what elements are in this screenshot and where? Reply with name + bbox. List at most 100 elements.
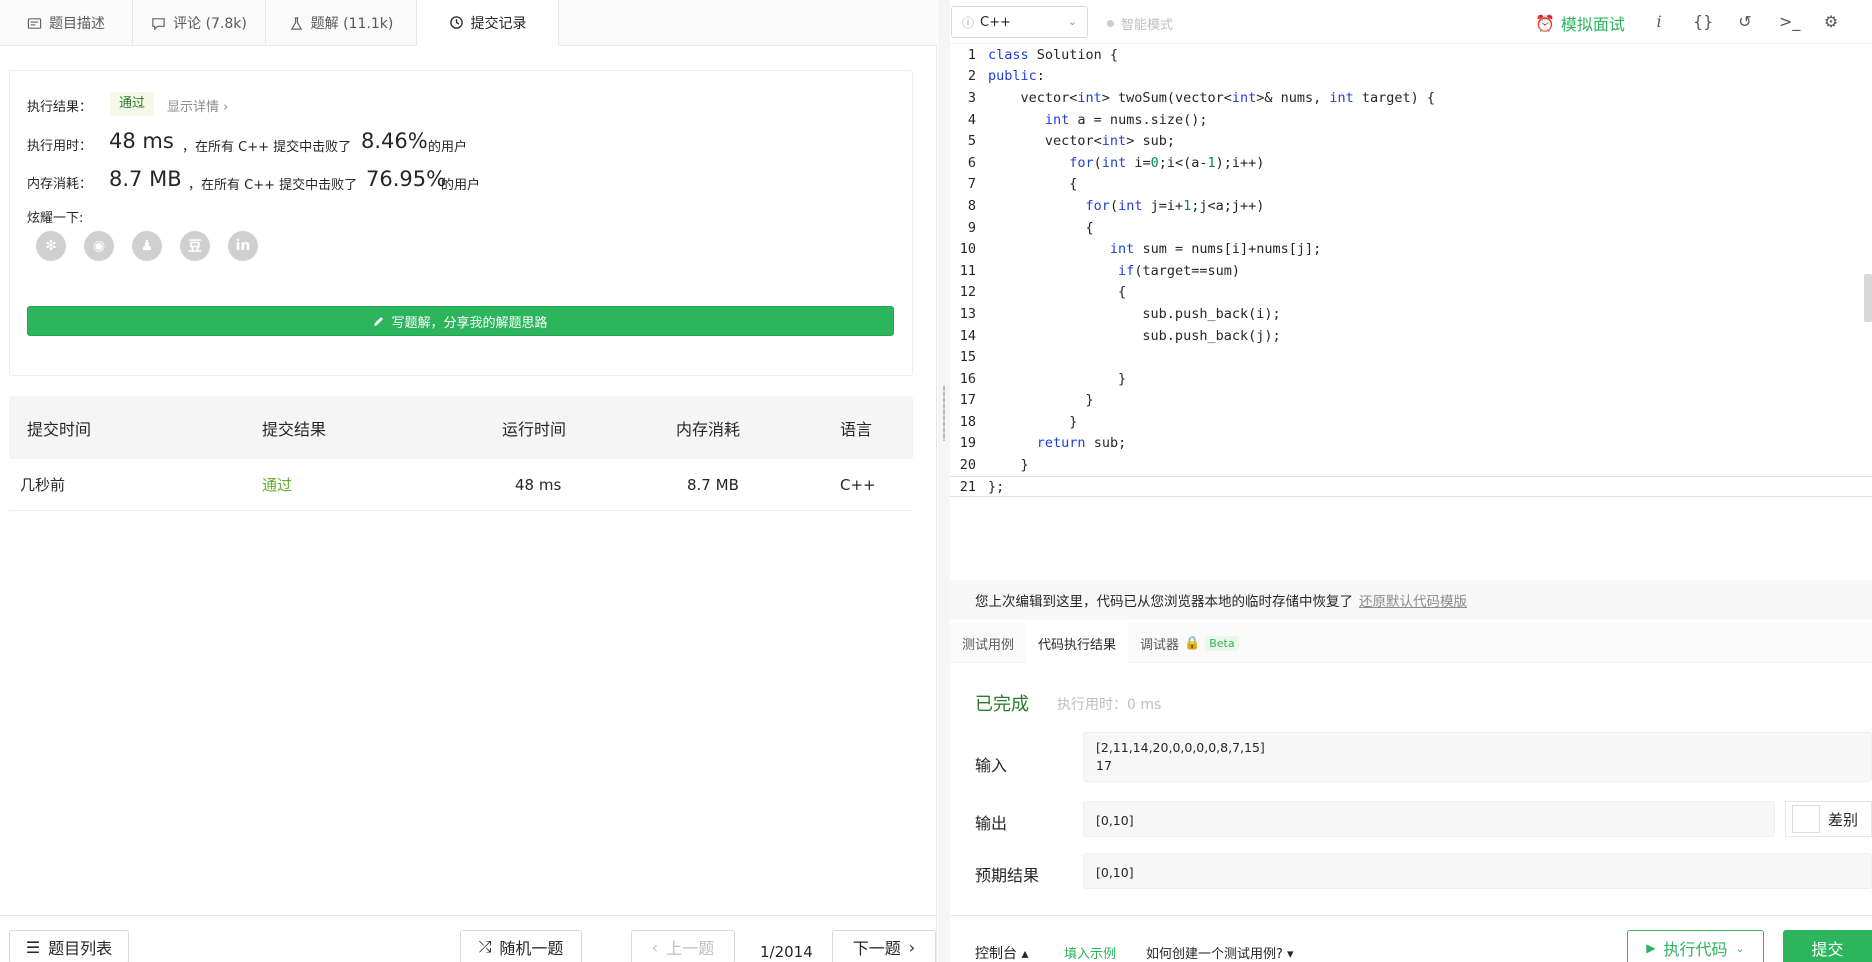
code-line[interactable]: 17 } [950, 390, 1872, 412]
code-line[interactable]: 21}; [950, 475, 1872, 498]
braces-icon[interactable]: {} [1693, 12, 1713, 31]
clock-icon [449, 16, 463, 29]
tab-testcase[interactable]: 测试用例 [950, 623, 1026, 663]
runtime-text: ，在所有 C++ 提交中击败了 [182, 140, 352, 155]
header-time: 提交时间 [27, 419, 92, 439]
tab-label: 评论 (7.8k) [173, 16, 247, 32]
code-line[interactable]: 1 class Solution { [950, 44, 1872, 66]
next-problem-button[interactable]: 下一题 › [832, 930, 936, 962]
code-text: }; [988, 478, 1005, 495]
code-text: } [988, 392, 1094, 409]
code-line[interactable]: 13 sub.push_back(i); [950, 303, 1872, 325]
tab-comments[interactable]: 评论 (7.8k) [133, 0, 266, 46]
code-line[interactable]: 11 if(target==sum) [950, 260, 1872, 282]
memory-label: 内存消耗： [27, 177, 93, 192]
random-problem-button[interactable]: ⤮ 随机一题 [460, 930, 582, 962]
info-icon[interactable]: i [1650, 12, 1668, 31]
submission-result-card: 执行结果： 通过 显示详情 › 执行用时： 48 ms ，在所有 C++ 提交中… [9, 70, 913, 376]
line-number: 8 [967, 197, 976, 214]
editor-toolbar: ⓘ C++ ⌄ 智能模式 ⏰ 模拟面试 i {} ↺ >_ ⚙ [950, 0, 1872, 44]
share-icons: ✻ ◉ ♟ 豆 in [36, 231, 258, 261]
problem-list-button[interactable]: ☰ 题目列表 [9, 930, 129, 962]
tab-debugger[interactable]: 调试器 🔒 Beta [1128, 623, 1251, 663]
line-number: 20 [959, 457, 976, 474]
shuffle-icon: ⤮ [478, 937, 492, 956]
run-code-label: 执行代码 [1663, 940, 1728, 959]
write-solution-button[interactable]: 写题解，分享我的解题思路 [27, 306, 894, 336]
input-box: [2,11,14,20,0,0,0,0,8,7,15] 17 [1083, 732, 1872, 782]
tab-solutions[interactable]: 题解 (11.1k) [266, 0, 417, 46]
code-line[interactable]: 18 } [950, 411, 1872, 433]
smart-mode-toggle[interactable]: 智能模式 [1107, 14, 1173, 33]
code-line[interactable]: 6 for(int i=0;i<(a-1);i++) [950, 152, 1872, 174]
code-line[interactable]: 4 int a = nums.size(); [950, 109, 1872, 131]
tab-run-result[interactable]: 代码执行结果 [1026, 623, 1129, 663]
diff-toggle[interactable]: 差别 [1785, 801, 1872, 837]
expected-box: [0,10] [1083, 853, 1872, 889]
undo-icon[interactable]: ↺ [1736, 12, 1754, 31]
code-editor[interactable]: 1 class Solution {2 public: 3 vector<int> t… [950, 44, 1872, 579]
mock-interview-button[interactable]: ⏰ 模拟面试 [1535, 11, 1625, 35]
line-number: 10 [959, 241, 976, 258]
line-number: 19 [959, 435, 976, 452]
line-number: 2 [967, 68, 976, 85]
settings-icon[interactable]: ⚙ [1822, 12, 1840, 31]
mock-interview-label: 模拟面试 [1560, 15, 1625, 34]
console-toggle[interactable]: 控制台 ▴ [975, 943, 1028, 962]
code-line[interactable]: 20 } [950, 454, 1872, 476]
prev-problem-button[interactable]: ‹ 上一题 [631, 930, 735, 962]
code-line[interactable]: 9 { [950, 217, 1872, 239]
editor-scrollbar[interactable] [1864, 274, 1872, 322]
code-line[interactable]: 19 return sub; [950, 433, 1872, 455]
restore-default-template-link[interactable]: 还原默认代码模版 [1359, 590, 1467, 610]
qq-icon[interactable]: ♟ [132, 231, 162, 261]
code-text: vector<int> sub; [988, 133, 1175, 150]
code-text: if(target==sum) [1118, 262, 1240, 279]
code-line[interactable]: 10 int sum = nums[i]+nums[j]; [950, 238, 1872, 260]
tab-label: 提交记录 [470, 15, 527, 32]
wechat-icon[interactable]: ✻ [36, 231, 66, 261]
submit-button[interactable]: 提交 [1783, 930, 1872, 962]
weibo-icon[interactable]: ◉ [84, 231, 114, 261]
pane-resize-handle[interactable] [938, 0, 950, 962]
problem-list-label: 题目列表 [48, 939, 113, 958]
code-text: sub.push_back(j); [988, 327, 1281, 344]
tab-label: 测试用例 [962, 637, 1015, 653]
language-select[interactable]: ⓘ C++ ⌄ [951, 6, 1088, 38]
show-details-link[interactable]: 显示详情 › [167, 96, 228, 115]
tab-submissions[interactable]: 提交记录 [417, 0, 559, 46]
code-line[interactable]: 3 vector<int> twoSum(vector<int>& nums, … [950, 87, 1872, 109]
code-line[interactable]: 7 { [950, 174, 1872, 196]
chevron-right-icon: › [908, 937, 916, 957]
terminal-icon[interactable]: >_ [1779, 12, 1800, 31]
next-problem-label: 下一题 [852, 939, 901, 958]
cell-result[interactable]: 通过 [262, 474, 502, 495]
code-line[interactable]: 12 { [950, 282, 1872, 304]
code-line[interactable]: 16 } [950, 368, 1872, 390]
code-line[interactable]: 2 public: [950, 66, 1872, 88]
fill-example-link[interactable]: 填入示例 [1064, 943, 1116, 962]
table-row[interactable]: 几秒前 通过 48 ms 8.7 MB C++ [9, 459, 913, 511]
linkedin-icon[interactable]: in [228, 231, 258, 261]
code-line[interactable]: 8 for(int j=i+1;j<a;j++) [950, 195, 1872, 217]
cell-language: C++ [840, 475, 876, 494]
language-value: C++ [980, 14, 1011, 30]
code-line[interactable]: 15 [950, 346, 1872, 368]
input-array: [2,11,14,20,0,0,0,0,8,7,15] [1096, 740, 1265, 755]
memory-users-text: 的用户 [441, 178, 481, 193]
diff-checkbox[interactable] [1792, 805, 1820, 833]
line-number: 3 [967, 89, 976, 106]
line-number: 14 [959, 327, 976, 344]
code-line[interactable]: 14 sub.push_back(j); [950, 325, 1872, 347]
drag-dots-icon [943, 385, 945, 441]
run-code-button[interactable]: ▶ 执行代码 ⌄ [1627, 930, 1764, 962]
code-text: { [988, 284, 1127, 301]
list-icon: ☰ [25, 937, 41, 957]
douban-icon[interactable]: 豆 [180, 231, 210, 261]
tab-description[interactable]: 题目描述 [0, 0, 133, 46]
code-line[interactable]: 5 vector<int> sub; [950, 130, 1872, 152]
how-to-create-testcase-link[interactable]: 如何创建一个测试用例? ▾ [1146, 943, 1294, 962]
chevron-down-icon: ⌄ [1067, 15, 1077, 28]
memory-text: ，在所有 C++ 提交中击败了 [188, 178, 358, 193]
code-text: sub.push_back(i); [988, 305, 1281, 322]
